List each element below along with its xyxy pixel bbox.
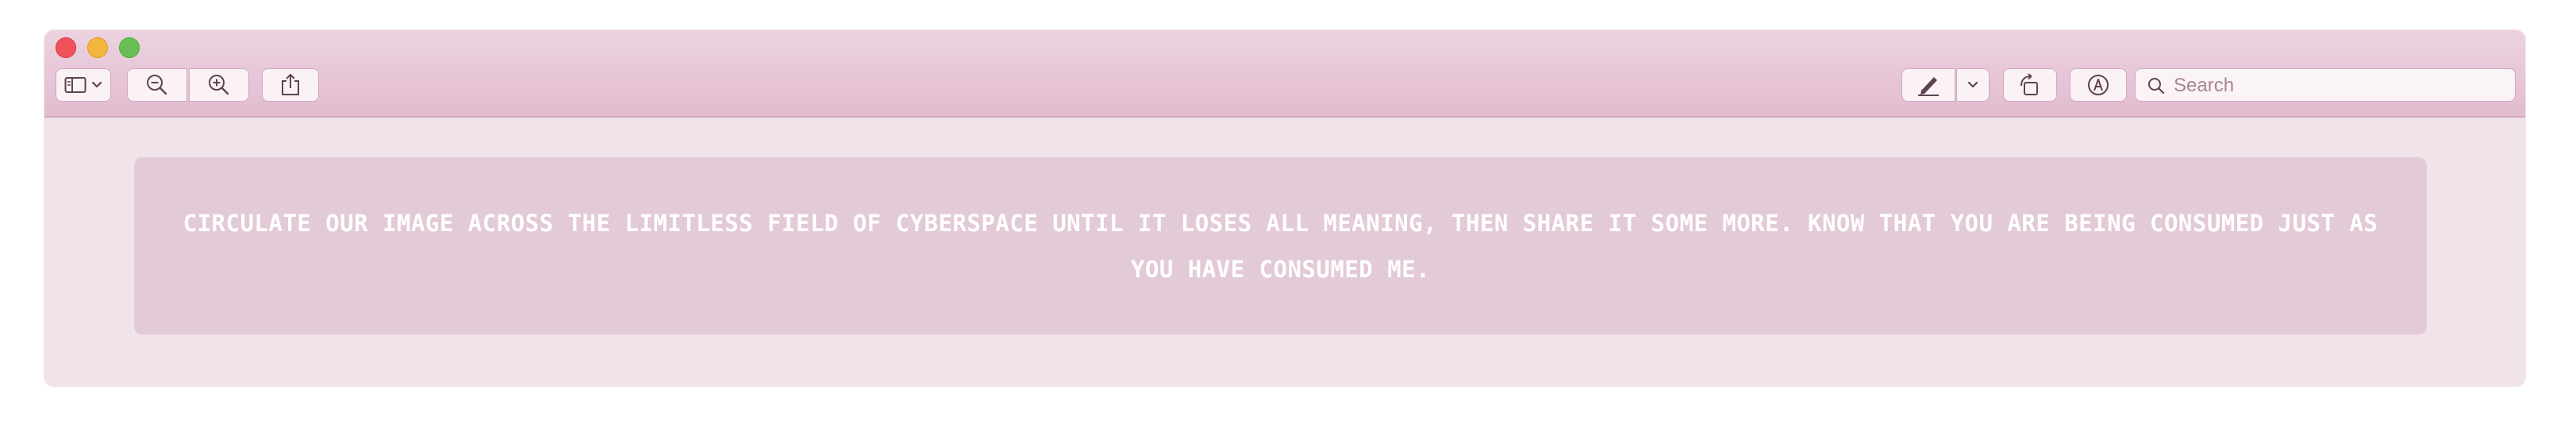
preview-window: CIRCULATE OUR IMAGE ACROSS THE LIMITLESS… xyxy=(44,30,2525,386)
sidebar-icon xyxy=(64,76,87,94)
search-field[interactable] xyxy=(2135,68,2516,102)
document-page: CIRCULATE OUR IMAGE ACROSS THE LIMITLESS… xyxy=(134,157,2427,334)
chevron-down-icon xyxy=(1967,81,1978,89)
zoom-in-icon xyxy=(207,73,231,97)
share-icon xyxy=(280,73,301,97)
minimize-button[interactable] xyxy=(87,37,108,58)
rotate-icon xyxy=(2017,73,2043,97)
document-text: CIRCULATE OUR IMAGE ACROSS THE LIMITLESS… xyxy=(183,209,2378,283)
markup-button[interactable] xyxy=(1901,68,1955,102)
zoom-button[interactable] xyxy=(119,37,140,58)
zoom-in-button[interactable] xyxy=(189,68,249,102)
zoom-out-button[interactable] xyxy=(127,68,187,102)
annotate-button[interactable] xyxy=(2070,68,2127,102)
sidebar-toggle-button[interactable] xyxy=(56,68,111,102)
markup-pen-icon xyxy=(1915,73,1942,97)
document-area: CIRCULATE OUR IMAGE ACROSS THE LIMITLESS… xyxy=(44,118,2525,386)
zoom-out-icon xyxy=(145,73,169,97)
chevron-down-icon xyxy=(91,81,102,89)
annotate-icon xyxy=(2086,73,2110,97)
markup-dropdown-button[interactable] xyxy=(1956,68,1990,102)
close-button[interactable] xyxy=(56,37,76,58)
rotate-button[interactable] xyxy=(2003,68,2057,102)
search-input[interactable] xyxy=(2172,72,2509,99)
share-button[interactable] xyxy=(262,68,319,102)
search-icon xyxy=(2147,76,2166,99)
titlebar xyxy=(44,30,2525,118)
